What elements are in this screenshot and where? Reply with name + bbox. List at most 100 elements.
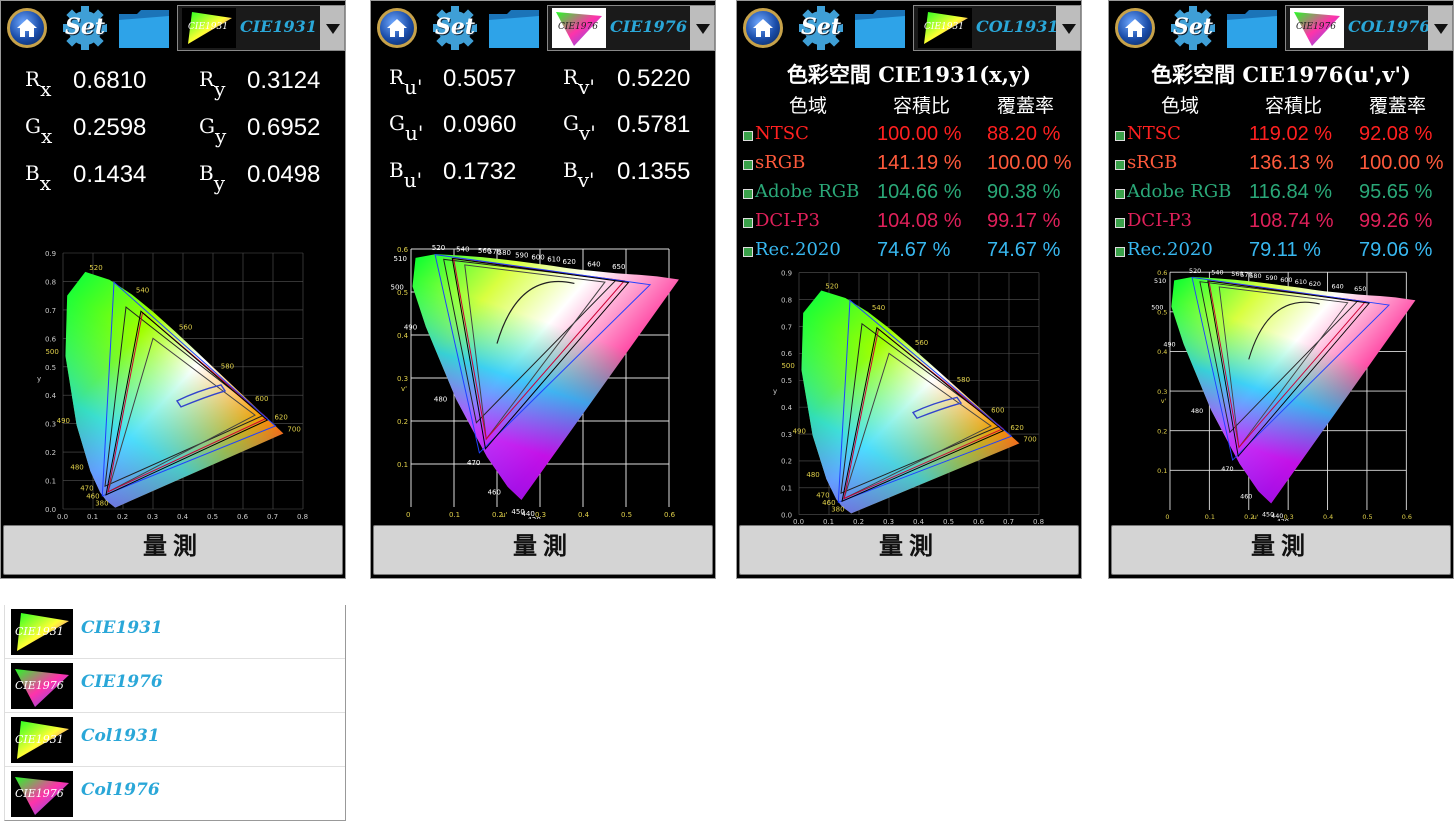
wavelength-label: 520 <box>432 244 445 252</box>
dropdown-item-cie1931[interactable]: CIE1931 CIE1931 <box>5 605 345 659</box>
wavelength-label: 500 <box>391 283 404 291</box>
color-space-title: 色彩空間 CIE1931(x,y) <box>786 62 1032 87</box>
measure-button[interactable]: 量測 <box>1111 525 1451 575</box>
folder-button[interactable] <box>117 8 171 50</box>
gamut-row: DCI-P3 104.08 % 99.17 % <box>737 210 1081 239</box>
mode-dropdown-list: CIE1931 CIE1931 CIE1976 CIE1976 CIE1931 … <box>4 605 346 821</box>
gamut-name: sRGB <box>755 152 806 173</box>
chevron-down-icon[interactable] <box>1056 6 1080 50</box>
y-tick-label: 0.3 <box>397 375 408 383</box>
wavelength-label: 620 <box>1309 280 1321 288</box>
dropdown-item-col1931[interactable]: CIE1931 Col1931 <box>5 713 345 767</box>
x-tick-label: 0.4 <box>1323 513 1333 521</box>
wavelength-label: 610 <box>547 256 560 264</box>
x-tick-label: 0.1 <box>449 511 460 519</box>
checkbox[interactable] <box>743 218 753 228</box>
folder-button[interactable] <box>853 8 907 50</box>
checkbox[interactable] <box>1115 160 1125 170</box>
mode-select[interactable]: CIE1931 CIE1931 <box>177 5 345 51</box>
chevron-down-icon[interactable] <box>690 6 714 50</box>
mode-select[interactable]: CIE1931 COL1931 <box>913 5 1081 51</box>
wavelength-label: 520 <box>825 283 838 291</box>
mode-select[interactable]: CIE1976 CIE1976 <box>547 5 715 51</box>
y-tick-label: 0.7 <box>781 323 792 331</box>
gamut-row: Adobe RGB 116.84 % 95.65 % <box>1109 181 1453 210</box>
header-gamut: 色域 <box>1161 95 1200 117</box>
measure-button[interactable]: 量測 <box>3 525 343 575</box>
checkbox[interactable] <box>1115 131 1125 141</box>
header-volume-ratio: 容積比 <box>893 95 951 117</box>
wavelength-label: 700 <box>287 426 300 434</box>
checkbox[interactable] <box>743 189 753 199</box>
checkbox[interactable] <box>743 160 753 170</box>
panel-col1976: Set CIE1976 COL1976 色彩空間 CIE1976(u',v') … <box>1108 0 1454 579</box>
y-tick-label: 0.6 <box>1157 269 1167 277</box>
gamut-name: NTSC <box>1127 123 1181 144</box>
wavelength-label: 500 <box>781 362 794 370</box>
y-tick-label: 0.6 <box>781 350 792 358</box>
y-tick-label: 0.2 <box>45 449 56 457</box>
wavelength-label: 610 <box>1295 278 1307 286</box>
y-tick-label: 0.1 <box>781 485 792 493</box>
dropdown-item-col1976[interactable]: CIE1976 Col1976 <box>5 767 345 820</box>
wavelength-label: 600 <box>991 407 1004 415</box>
header-coverage: 覆蓋率 <box>1369 95 1427 117</box>
chevron-down-icon[interactable] <box>320 6 344 50</box>
checkbox[interactable] <box>1115 218 1125 228</box>
y-tick-label: 0.9 <box>781 270 792 278</box>
wavelength-label: 480 <box>1191 407 1203 415</box>
header-volume-ratio: 容積比 <box>1265 95 1323 117</box>
folder-button[interactable] <box>487 8 541 50</box>
mode-thumbnail: CIE1976 <box>1290 8 1344 48</box>
set-button[interactable]: Set <box>59 5 111 51</box>
wavelength-label: 380 <box>831 506 844 514</box>
set-button[interactable]: Set <box>429 5 481 51</box>
cie1931-diagram: 0.0 0.1 0.2 0.3 0.4 0.5 0.6 0.7 0.80.00.10.20.30… <box>767 267 1052 527</box>
checkbox[interactable] <box>1115 247 1125 257</box>
y-axis-label: y <box>37 375 41 383</box>
wavelength-label: 380 <box>95 500 108 508</box>
y-tick-label: 0.5 <box>45 364 56 372</box>
mode-value: CIE1976 <box>610 17 687 36</box>
dropdown-item-cie1976[interactable]: CIE1976 CIE1976 <box>5 659 345 713</box>
panel-cie1931: Set CIE1931 CIE1931 Rx 0.6810 Ry 0.3124 Gx… <box>0 0 346 579</box>
y-tick-label: 0.2 <box>397 418 408 426</box>
volume-ratio: 104.08 % <box>877 210 962 232</box>
gamut-name: Adobe RGB <box>1127 181 1232 202</box>
home-button[interactable] <box>1115 8 1155 48</box>
dropdown-item-label: CIE1931 <box>81 618 163 638</box>
thumb-label: CIE1931 <box>924 22 964 32</box>
gamut-thumb-icon: CIE1931 <box>11 717 73 763</box>
home-button[interactable] <box>7 8 47 48</box>
wavelength-label: 650 <box>612 263 625 271</box>
y-tick-label: 0.8 <box>45 278 56 286</box>
measure-button[interactable]: 量測 <box>739 525 1079 575</box>
folder-button[interactable] <box>1225 8 1279 50</box>
gamut-thumb-icon: CIE1931 <box>11 609 73 655</box>
y-axis-label: v' <box>1161 397 1167 405</box>
checkbox[interactable] <box>743 247 753 257</box>
toolbar: Set CIE1976 CIE1976 <box>371 1 715 53</box>
panel-cie1976: Set CIE1976 CIE1976 Ru' 0.5057 Rv' 0.5220 … <box>370 0 716 579</box>
chevron-down-icon[interactable] <box>1428 6 1452 50</box>
x-tick-label: 0 <box>406 511 410 519</box>
wavelength-label: 540 <box>872 304 885 312</box>
set-button[interactable]: Set <box>795 5 847 51</box>
checkbox[interactable] <box>743 131 753 141</box>
set-button[interactable]: Set <box>1167 5 1219 51</box>
y-axis-label: v' <box>401 385 407 393</box>
x-tick-label: 0.1 <box>1205 513 1215 521</box>
volume-ratio: 136.13 % <box>1249 152 1334 174</box>
y-tick-label: 0.8 <box>781 297 792 305</box>
mode-select[interactable]: CIE1976 COL1976 <box>1285 5 1453 51</box>
wavelength-label: 470 <box>1221 465 1233 473</box>
home-button[interactable] <box>377 8 417 48</box>
wavelength-label: 460 <box>1240 493 1252 501</box>
measure-button[interactable]: 量測 <box>373 525 713 575</box>
home-button[interactable] <box>743 8 783 48</box>
toolbar: Set CIE1931 CIE1931 <box>1 1 345 53</box>
wavelength-label: 480 <box>70 463 83 471</box>
checkbox[interactable] <box>1115 189 1125 199</box>
wavelength-label: 470 <box>467 459 480 467</box>
home-icon <box>387 19 407 37</box>
